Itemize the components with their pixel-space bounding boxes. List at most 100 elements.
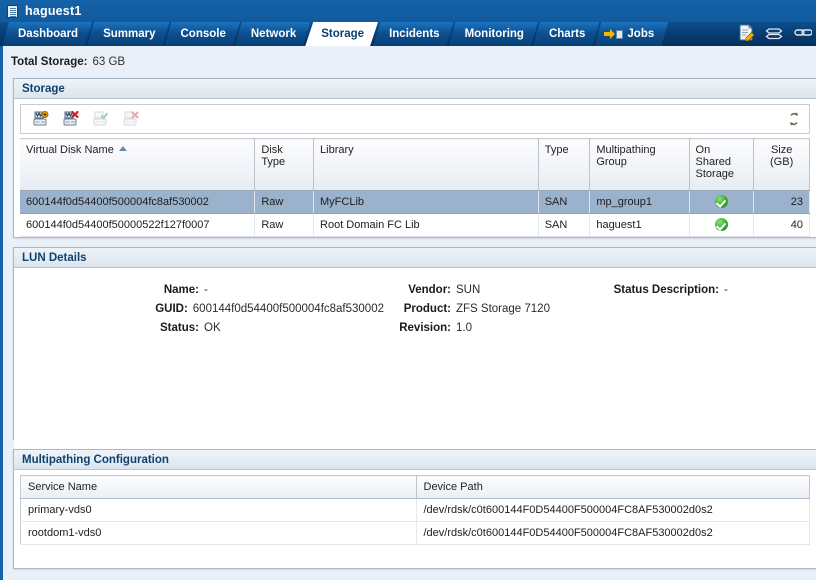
cell-type: SAN	[538, 190, 591, 214]
lun-field-product: Product: ZFS Storage 7120	[384, 303, 604, 315]
storage-panel: Storage Virtual Disk Name Disk Type Libr…	[13, 78, 816, 238]
link-icon[interactable]	[793, 24, 813, 41]
column-header-device-path[interactable]: Device Path	[416, 475, 810, 499]
tab-charts[interactable]: Charts	[533, 22, 599, 46]
lun-vendor-label: Vendor:	[408, 284, 451, 296]
cell-library: MyFCLib	[313, 190, 539, 214]
window-title-bar: haguest1	[0, 0, 816, 22]
tab-dashboard[interactable]: Dashboard	[2, 22, 92, 46]
storage-toolbar	[20, 104, 810, 134]
cell-device-path: /dev/rdsk/c0t600144F0D54400F500004FC8AF5…	[416, 498, 810, 522]
delete-virtual-disk-button[interactable]	[57, 108, 83, 130]
cell-multipathing-group: haguest1	[589, 213, 690, 237]
tab-network[interactable]: Network	[235, 22, 310, 46]
multipathing-panel-body: Service Name Device Path primary-vds0 /d…	[14, 470, 816, 551]
lun-revision-value: 1.0	[456, 322, 472, 334]
lun-vendor-value: SUN	[456, 284, 481, 296]
add-virtual-disk-button[interactable]	[27, 108, 53, 130]
column-header-on-shared-storage[interactable]: On Shared Storage	[689, 138, 755, 191]
cell-on-shared-storage	[689, 213, 755, 237]
total-storage-label: Total Storage:	[11, 56, 88, 68]
status-ok-icon	[714, 218, 728, 231]
lun-product-value: ZFS Storage 7120	[456, 303, 550, 315]
lun-revision-label: Revision:	[399, 322, 451, 334]
column-header-size-gb[interactable]: Size (GB)	[753, 138, 810, 191]
edit-note-icon[interactable]	[737, 24, 756, 42]
cell-on-shared-storage	[689, 190, 755, 214]
multipathing-panel: Multipathing Configuration Service Name …	[13, 449, 816, 569]
lun-field-status: Status: OK	[14, 322, 384, 334]
lun-name-value: -	[204, 284, 208, 296]
cell-virtual-disk-name: 600144f0d54400f500004fc8af530002	[20, 190, 256, 214]
header-action-icons	[737, 24, 813, 42]
multipathing-table: Service Name Device Path primary-vds0 /d…	[20, 475, 810, 545]
server-icon	[7, 4, 18, 18]
storage-panel-body: Virtual Disk Name Disk Type Library Type…	[14, 104, 816, 237]
storage-panel-title: Storage	[14, 79, 816, 99]
lun-field-vendor: Vendor: SUN	[384, 284, 604, 296]
cell-device-path: /dev/rdsk/c0t600144F0D54400F500004FC8AF5…	[416, 521, 810, 545]
jobs-arrow-icon	[604, 29, 622, 40]
column-header-type[interactable]: Type	[538, 138, 591, 191]
virtual-disk-table: Virtual Disk Name Disk Type Library Type…	[20, 138, 810, 237]
lun-details-body: Name: - GUID: 600144f0d54400f500004fc8af…	[14, 268, 816, 458]
tab-console[interactable]: Console	[165, 22, 240, 46]
refresh-icon[interactable]	[787, 111, 801, 127]
table-row[interactable]: 600144f0d54400f500004fc8af530002 Raw MyF…	[20, 190, 810, 214]
jobs-list-glyph	[616, 30, 623, 39]
sort-ascending-icon	[118, 146, 127, 151]
cell-type: SAN	[538, 213, 591, 237]
cell-size-gb: 23	[753, 190, 810, 214]
column-header-library[interactable]: Library	[313, 138, 539, 191]
lun-field-revision: Revision: 1.0	[384, 322, 604, 334]
virtual-disk-table-header-row: Virtual Disk Name Disk Type Library Type…	[20, 138, 810, 191]
total-storage-value: 63 GB	[92, 56, 126, 68]
column-header-disk-type[interactable]: Disk Type	[254, 138, 315, 191]
cell-service-name: primary-vds0	[20, 498, 417, 522]
cell-library: Root Domain FC Lib	[313, 213, 539, 237]
column-header-virtual-disk-name[interactable]: Virtual Disk Name	[20, 138, 256, 191]
lun-status-label: Status:	[160, 322, 199, 334]
storage-page: Total Storage: 63 GB Storage Virtual Dis…	[0, 46, 816, 580]
total-storage-summary: Total Storage: 63 GB	[3, 46, 816, 78]
column-label-virtual-disk-name: Virtual Disk Name	[26, 144, 114, 156]
page-title: haguest1	[25, 4, 82, 18]
lun-guid-value: 600144f0d54400f500004fc8af530002	[192, 303, 384, 315]
lun-details-column-middle: Vendor: SUN Product: ZFS Storage 7120 Re…	[384, 284, 604, 458]
multipathing-table-header-row: Service Name Device Path	[20, 475, 810, 499]
lun-guid-label: GUID:	[155, 303, 188, 315]
cell-virtual-disk-name: 600144f0d54400f50000522f127f0007	[20, 213, 256, 237]
lun-status-value: OK	[204, 322, 221, 334]
cell-disk-type: Raw	[254, 213, 315, 237]
tab-jobs-label: Jobs	[627, 28, 655, 40]
column-header-service-name[interactable]: Service Name	[20, 475, 417, 499]
detach-disk-button	[117, 108, 143, 130]
tab-incidents[interactable]: Incidents	[373, 22, 453, 46]
tab-summary[interactable]: Summary	[87, 22, 169, 46]
tab-storage[interactable]: Storage	[305, 22, 378, 46]
refresh-cycle-icon[interactable]	[765, 24, 784, 41]
lun-details-column-right: Status Description: -	[604, 284, 814, 458]
tab-jobs[interactable]: Jobs	[594, 22, 668, 46]
lun-field-status-description: Status Description: -	[604, 284, 814, 296]
lun-status-description-label: Status Description:	[613, 284, 719, 296]
table-row[interactable]: 600144f0d54400f50000522f127f0007 Raw Roo…	[20, 213, 810, 237]
lun-details-title: LUN Details	[14, 248, 816, 268]
attach-disk-button	[87, 108, 113, 130]
lun-product-label: Product:	[403, 303, 451, 315]
table-row[interactable]: primary-vds0 /dev/rdsk/c0t600144F0D54400…	[20, 498, 810, 522]
column-header-multipathing-group[interactable]: Multipathing Group	[589, 138, 690, 191]
lun-field-name: Name: -	[14, 284, 384, 296]
cell-size-gb: 40	[753, 213, 810, 237]
cell-disk-type: Raw	[254, 190, 315, 214]
lun-details-column-left: Name: - GUID: 600144f0d54400f500004fc8af…	[14, 284, 384, 458]
lun-name-label: Name:	[163, 284, 199, 296]
tab-monitoring[interactable]: Monitoring	[449, 22, 538, 46]
cell-multipathing-group: mp_group1	[589, 190, 690, 214]
cell-service-name: rootdom1-vds0	[20, 521, 417, 545]
lun-field-guid: GUID: 600144f0d54400f500004fc8af530002	[14, 303, 384, 315]
table-row[interactable]: rootdom1-vds0 /dev/rdsk/c0t600144F0D5440…	[20, 521, 810, 545]
lun-details-panel: LUN Details Name: - GUID: 600144f0d54400…	[13, 247, 816, 458]
lun-status-description-value: -	[724, 284, 728, 296]
main-tab-bar: Dashboard Summary Console Network Storag…	[0, 22, 816, 46]
